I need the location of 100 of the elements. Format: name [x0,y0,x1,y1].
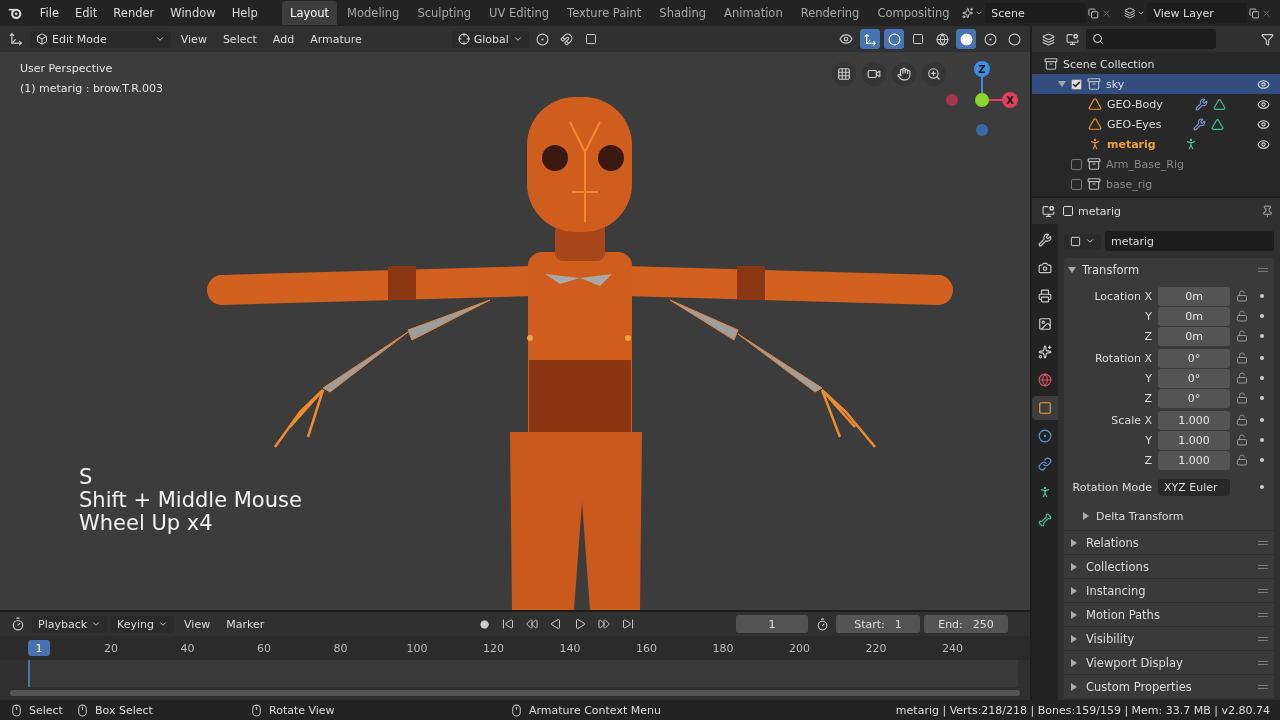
disclosure-triangle-icon[interactable] [1070,634,1078,643]
lock-icon[interactable] [1236,392,1248,404]
drag-handle-icon[interactable] [1258,660,1268,665]
keyframe-dot-icon[interactable] [1260,334,1264,338]
lock-icon[interactable] [1236,372,1248,384]
wrench-icon[interactable] [1193,117,1207,131]
layers-icon[interactable] [1123,6,1136,20]
drag-handle-icon[interactable] [1258,636,1268,641]
disclosure-triangle-icon[interactable] [1058,80,1066,88]
scroll-bar[interactable] [10,690,1020,696]
menu-item[interactable]: File [32,3,67,23]
object-type-dropdown[interactable] [1064,233,1101,249]
search-field[interactable] [1086,29,1216,49]
filter-icon[interactable] [1261,32,1274,46]
drag-handle-icon[interactable] [1258,540,1268,545]
timeline-track[interactable] [28,660,1018,687]
mesh-data-icon[interactable] [1212,97,1226,111]
keyframe-dot-icon[interactable] [1260,314,1264,318]
dropdown-caret-icon[interactable] [1137,8,1146,18]
outliner-row[interactable]: GEO-Eyes [1032,114,1280,134]
pin-icon[interactable] [1261,204,1274,218]
drag-handle-icon[interactable] [1258,268,1268,272]
panel-header[interactable]: Relations [1064,530,1274,554]
drag-handle-icon[interactable] [1258,564,1268,569]
playhead[interactable]: 1 [28,640,50,656]
scene-icon[interactable] [961,6,974,20]
number-field[interactable]: 0m [1158,306,1230,326]
workspace-tab[interactable]: Shading [651,1,715,25]
keyframe-dot-icon[interactable] [1260,396,1264,400]
z-axis-handle[interactable]: Z [974,61,990,77]
number-field[interactable]: 0° [1158,348,1230,368]
menu-dropdown[interactable]: Playback [32,615,108,633]
menu-item[interactable]: View [174,30,213,48]
menu-item[interactable]: Armature [304,30,368,48]
panel-header[interactable]: Viewport Display [1064,650,1274,674]
workspace-tab[interactable]: Animation [716,1,791,25]
keyframe-dot-icon[interactable] [1260,294,1264,298]
keyframe-dot-icon[interactable] [1260,458,1264,462]
lock-icon[interactable] [1236,414,1248,426]
number-field[interactable]: 0° [1158,388,1230,408]
copy-icon[interactable] [1088,6,1099,20]
outliner-row[interactable]: sky [1032,74,1280,94]
visibility-eye-icon[interactable] [1257,117,1270,131]
scene-field[interactable]: Scene [985,3,1087,23]
disclosure-triangle-icon[interactable] [1070,610,1078,619]
orientation-dropdown[interactable]: Global [451,30,529,48]
disclosure-triangle-icon[interactable] [1070,586,1078,595]
panel-header[interactable]: Visibility [1064,626,1274,650]
current-frame-field[interactable]: 1 [736,615,808,633]
number-field[interactable]: 1.000 [1158,410,1230,430]
disclosure-triangle-icon[interactable] [1070,658,1078,667]
number-field[interactable]: 1.000 [1158,430,1230,450]
outliner-row[interactable]: Scene Collection [1032,54,1280,74]
disclosure-triangle-icon[interactable] [1068,266,1076,274]
dropdown-caret-icon[interactable] [975,8,984,18]
lock-icon[interactable] [1236,290,1248,302]
number-field[interactable]: 0m [1158,326,1230,346]
checkbox[interactable] [1071,178,1082,190]
checkbox[interactable] [1071,78,1082,90]
keyframe-dot-icon[interactable] [1260,485,1264,489]
lock-icon[interactable] [1236,434,1248,446]
keyframe-dot-icon[interactable] [1260,438,1264,442]
hand-icon[interactable] [892,62,916,86]
view-layer-field[interactable]: View Layer [1147,3,1247,23]
outliner-row[interactable]: GEO-Body [1032,94,1280,114]
lock-icon[interactable] [1236,310,1248,322]
x-axis-handle[interactable]: X [1002,92,1018,108]
menu-item[interactable]: View [178,615,217,633]
outliner-row[interactable]: base_rig [1032,174,1280,194]
workspace-tab[interactable]: Rendering [792,1,868,25]
number-field[interactable]: 0m [1158,286,1230,306]
menu-item[interactable]: Edit [68,3,105,23]
number-field[interactable]: 1.000 [1158,450,1230,470]
object-name-field[interactable]: metarig [1105,231,1274,251]
camera-icon[interactable] [862,62,886,86]
menu-item[interactable]: Select [216,30,263,48]
end-frame-field[interactable]: End: 250 [924,615,1008,633]
menu-item[interactable]: Window [163,3,223,23]
workspace-tab[interactable]: Layout [282,1,338,25]
checkbox[interactable] [1071,158,1082,170]
keyframe-dot-icon[interactable] [1260,376,1264,380]
workspace-tab[interactable]: Texture Paint [559,1,650,25]
wrench-icon[interactable] [1194,97,1208,111]
visibility-eye-icon[interactable] [1257,77,1270,91]
disclosure-triangle-icon[interactable] [1070,538,1078,547]
lock-icon[interactable] [1236,352,1248,364]
rotation-mode-dropdown[interactable]: XYZ Euler [1158,478,1230,496]
mesh-data-icon[interactable] [1211,117,1225,131]
disclosure-triangle-icon[interactable] [1070,562,1078,571]
menu-item[interactable]: Help [224,3,265,23]
menu-item[interactable]: Add [266,30,301,48]
drag-handle-icon[interactable] [1258,612,1268,617]
workspace-tab[interactable]: Modeling [339,1,408,25]
lock-icon[interactable] [1236,454,1248,466]
start-frame-field[interactable]: Start: 1 [836,615,920,633]
outliner-row[interactable]: Arm_Base_Rig [1032,154,1280,174]
workspace-tab[interactable]: UV Editing [481,1,558,25]
menu-item[interactable]: Render [106,3,162,23]
panel-header[interactable]: Transform [1064,258,1274,282]
gizmo-toggle-icon[interactable] [860,29,880,49]
